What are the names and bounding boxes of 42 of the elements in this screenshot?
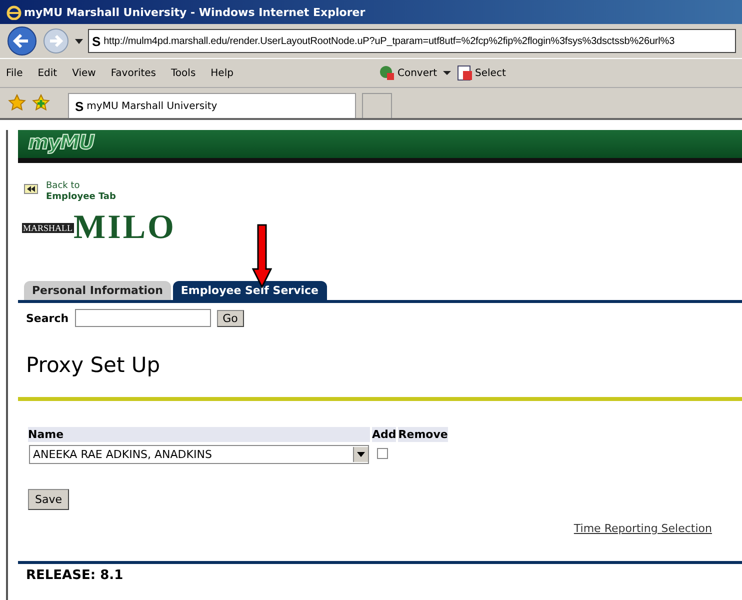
star-icon[interactable] <box>8 94 26 112</box>
tab[interactable]: Personal Information <box>24 281 171 300</box>
column-header: Name <box>28 427 370 442</box>
dropdown-icon[interactable] <box>443 70 452 76</box>
back-link[interactable]: Back to Employee Tab <box>46 181 116 203</box>
document-icon <box>457 65 474 81</box>
menu-item[interactable]: File <box>6 68 23 78</box>
address-field[interactable]: S http://mulm4pd.marshall.edu/render.UserLayoutRootNode.uP?uP_tparam=utf8utf=%2fcp%2fip%2flogin%3fsys%3dsctssb%26url%3 <box>88 29 736 53</box>
menu-item[interactable]: Help <box>210 68 234 78</box>
go-button[interactable]: Go <box>216 310 244 326</box>
select-button[interactable]: Select <box>457 65 506 81</box>
menu-item[interactable]: Tools <box>171 68 196 78</box>
menu-item[interactable]: View <box>72 68 96 78</box>
new-tab-button[interactable] <box>362 93 392 118</box>
add-checkbox[interactable] <box>377 448 388 458</box>
convert-button[interactable]: Convert <box>379 65 438 81</box>
release-text: RELEASE: 8.1 <box>26 568 124 583</box>
column-header: Remove <box>398 427 448 442</box>
tab[interactable]: Employee Self Service <box>172 281 327 300</box>
address-text: http://mulm4pd.marshall.edu/render.UserLayoutRootNode.uP?uP_tparam=utf8utf=%2fcp%2fip%2flogin%3fsys%3dsctssb%26url%3 <box>104 36 675 46</box>
dropdown-icon[interactable] <box>74 37 84 45</box>
save-button[interactable]: Save <box>28 489 70 510</box>
site-icon: S <box>92 34 101 48</box>
name-dropdown[interactable]: ANEEKA RAE ADKINS, ANADKINS <box>29 445 369 464</box>
browser-logo-icon <box>6 4 22 20</box>
page-title: Proxy Set Up <box>26 353 162 377</box>
globe-icon <box>379 65 396 81</box>
search-label: Search <box>26 312 69 324</box>
browser-tab[interactable]: S myMU Marshall University <box>68 93 356 118</box>
back-button[interactable] <box>6 25 38 57</box>
dropdown-icon[interactable] <box>357 452 365 457</box>
tab-title: myMU Marshall University <box>86 100 218 112</box>
add-favorite-icon[interactable] <box>32 94 50 112</box>
mymu-logo: myMU <box>28 130 94 154</box>
menu-item[interactable]: Edit <box>38 68 58 78</box>
column-header: Add <box>372 427 396 442</box>
window-title: myMU Marshall University - Windows Internet Explorer <box>24 6 366 18</box>
time-reporting-link[interactable]: Time Reporting Selection <box>574 522 712 535</box>
search-field[interactable] <box>74 309 211 327</box>
menu-item[interactable]: Favorites <box>110 68 156 78</box>
rewind-icon[interactable] <box>24 184 38 194</box>
site-icon: S <box>75 98 84 114</box>
